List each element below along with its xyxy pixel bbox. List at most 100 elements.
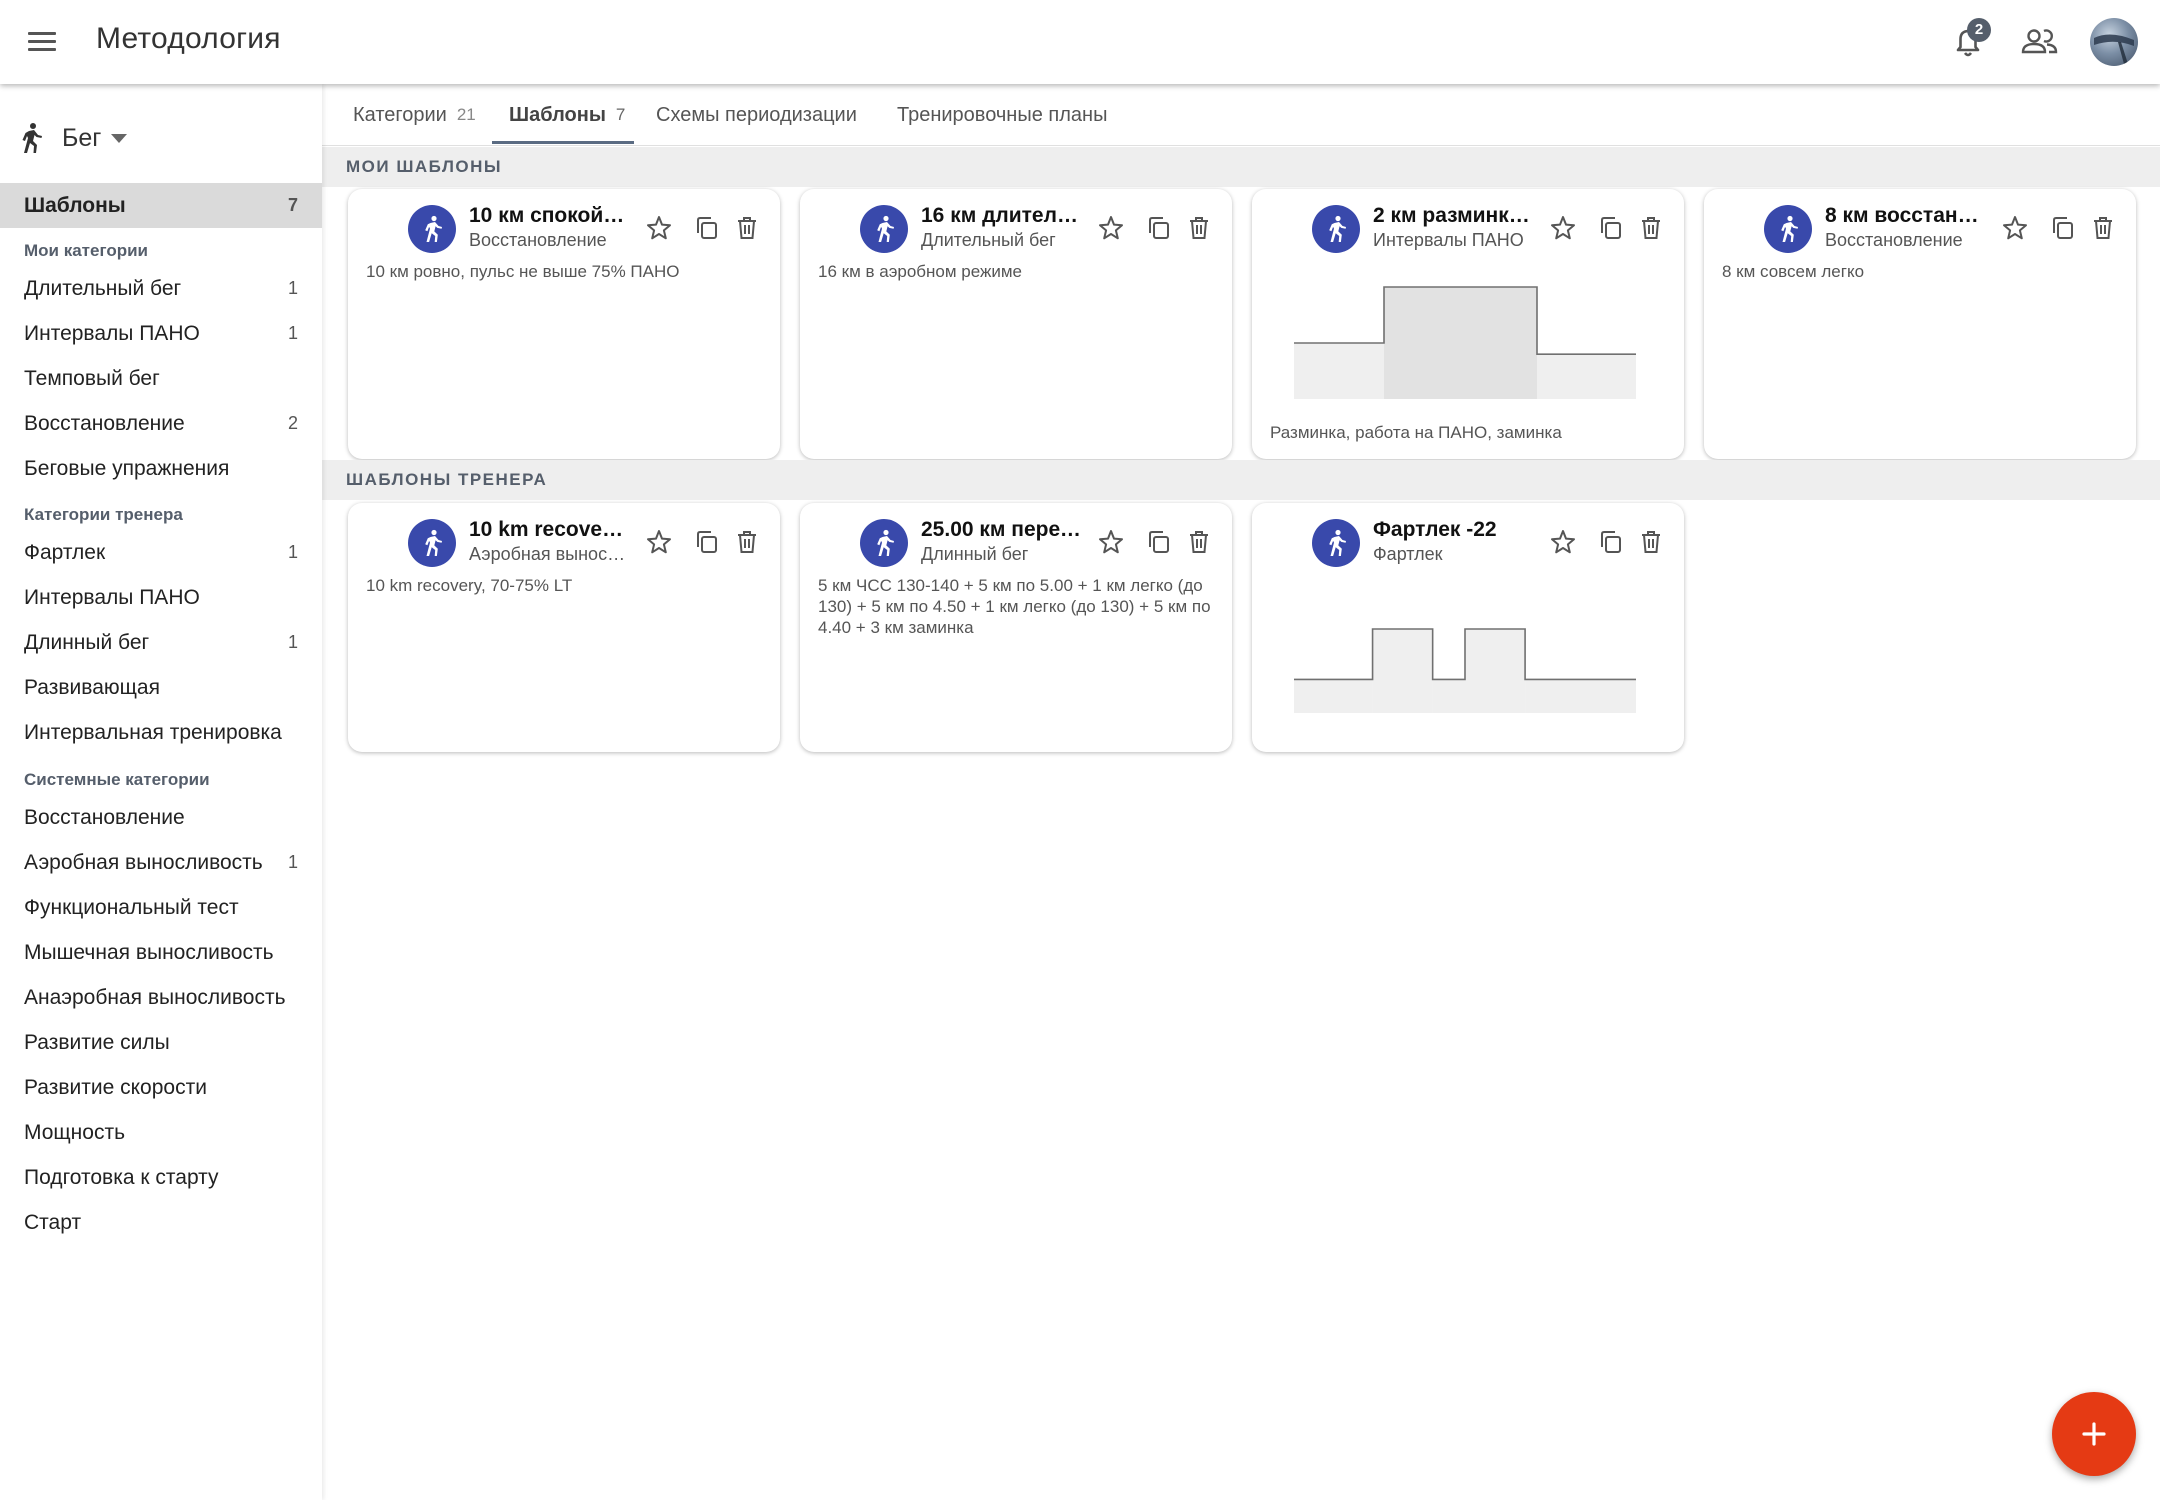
sidebar: Бег Шаблоны 7 Мои категории Длительный б… [0, 84, 322, 1500]
sidebar-item-label: Восстановление [24, 805, 185, 829]
template-description: 10 км ровно, пульс не выше 75% ПАНО [366, 262, 680, 281]
plus-icon [2082, 1422, 2106, 1446]
run-icon [860, 205, 908, 253]
sidebar-item-category[interactable]: Восстановление [0, 795, 322, 840]
template-card[interactable]: 10 км спокойный бег Восстановление 10 км… [348, 189, 780, 459]
star-icon[interactable] [1096, 213, 1126, 243]
trash-icon[interactable] [1184, 527, 1214, 557]
template-category: Восстановление [469, 230, 607, 250]
copy-icon[interactable] [1596, 213, 1626, 243]
my-categories-header: Мои категории [24, 241, 148, 260]
sidebar-item-category[interactable]: Подготовка к старту [0, 1155, 322, 1200]
sidebar-item-category[interactable]: Развитие силы [0, 1020, 322, 1065]
sidebar-item-category[interactable]: Интервальная тренировка [0, 710, 322, 755]
star-icon[interactable] [644, 527, 674, 557]
sidebar-item-label: Шаблоны [24, 193, 126, 217]
workout-segment-bar [1465, 629, 1526, 713]
sidebar-item-label: Длинный бег [24, 630, 150, 654]
trash-icon[interactable] [1636, 213, 1666, 243]
star-icon[interactable] [1096, 527, 1126, 557]
template-title: 8 км восстановительный бег [1825, 204, 1985, 227]
section-header-my-templates: МОИ ШАБЛОНЫ [322, 147, 2160, 187]
trash-icon[interactable] [2088, 213, 2118, 243]
sidebar-item-category[interactable]: Аэробная выносливость 1 [0, 840, 322, 885]
section-header-coach-templates: ШАБЛОНЫ ТРЕНЕРА [322, 460, 2160, 500]
sidebar-item-category[interactable]: Мышечная выносливость [0, 930, 322, 975]
template-title: 2 км разминка + интервалы [1373, 204, 1533, 227]
sport-selector[interactable]: Бег [18, 118, 128, 158]
run-icon [22, 123, 42, 153]
sidebar-item-label: Мощность [24, 1120, 126, 1144]
sidebar-item-label: Мышечная выносливость [24, 940, 274, 964]
template-card[interactable]: 8 км восстановительный бег Восстановлени… [1704, 189, 2136, 459]
people-icon[interactable] [2018, 20, 2062, 64]
sidebar-item-count: 1 [287, 632, 298, 652]
star-icon[interactable] [644, 213, 674, 243]
sidebar-item-category[interactable]: Восстановление 2 [0, 401, 322, 446]
sidebar-item-category[interactable]: Темповый бег [0, 356, 322, 401]
tab-periodization-schemes[interactable]: Схемы периодизации [656, 84, 857, 146]
template-card[interactable]: 25.00 км переменный бег Длинный бег 5 км… [800, 503, 1232, 752]
workout-intensity-line [1294, 628, 1636, 681]
tab-label: Категории [353, 103, 447, 126]
tab-categories[interactable]: Категории 21 [353, 84, 476, 146]
sidebar-item-label: Подготовка к старту [24, 1165, 219, 1189]
template-title: Фартлек -22 [1373, 518, 1497, 541]
sidebar-item-count: 1 [287, 852, 298, 872]
sidebar-item-category[interactable]: Развитие скорости [0, 1065, 322, 1110]
sidebar-item-category[interactable]: Развивающая [0, 665, 322, 710]
tab-label: Тренировочные планы [897, 103, 1108, 126]
trash-icon[interactable] [1636, 527, 1666, 557]
tab-count: 21 [456, 105, 476, 124]
template-card[interactable]: Фартлек -22 Фартлек [1252, 503, 1684, 752]
template-card[interactable]: 16 км длительный бег Длительный бег 16 к… [800, 189, 1232, 459]
star-icon[interactable] [1548, 213, 1578, 243]
sidebar-item-category[interactable]: Длительный бег 1 [0, 266, 322, 311]
sidebar-item-templates[interactable]: Шаблоны 7 [0, 183, 322, 228]
sidebar-item-category[interactable]: Длинный бег 1 [0, 620, 322, 665]
trash-icon[interactable] [1184, 213, 1214, 243]
trash-icon[interactable] [732, 213, 762, 243]
template-category: Фартлек [1373, 544, 1443, 564]
copy-icon[interactable] [2048, 213, 2078, 243]
workout-segment-bar [1537, 354, 1636, 399]
sidebar-item-category[interactable]: Мощность [0, 1110, 322, 1155]
sidebar-item-label: Фартлек [24, 540, 106, 564]
template-card[interactable]: 2 км разминка + интервалы Интервалы ПАНО… [1252, 189, 1684, 459]
trash-icon[interactable] [732, 527, 762, 557]
sidebar-item-category[interactable]: Интервалы ПАНО 1 [0, 311, 322, 356]
copy-icon[interactable] [1144, 527, 1174, 557]
copy-icon[interactable] [1596, 527, 1626, 557]
copy-icon[interactable] [1144, 213, 1174, 243]
copy-icon[interactable] [692, 527, 722, 557]
sidebar-item-label: Развивающая [24, 675, 160, 699]
user-avatar[interactable] [2090, 18, 2138, 66]
star-icon[interactable] [1548, 527, 1578, 557]
top-app-bar: Методология 2 [0, 0, 2160, 84]
copy-icon[interactable] [692, 213, 722, 243]
workout-intensity-chart [1294, 628, 1636, 713]
template-card[interactable]: 10 km recovery run Аэробная выносливость… [348, 503, 780, 752]
sidebar-item-category[interactable]: Беговые упражнения [0, 446, 322, 491]
sidebar-item-category[interactable]: Функциональный тест [0, 885, 322, 930]
sidebar-item-category[interactable]: Старт [0, 1200, 322, 1245]
run-icon [1312, 519, 1360, 567]
tab-label: Схемы периодизации [656, 103, 857, 126]
template-title: 25.00 км переменный бег [921, 518, 1081, 541]
template-description: Разминка, работа на ПАНО, заминка [1270, 423, 1562, 442]
template-title: 10 km recovery run [469, 518, 629, 541]
system-categories-header: Системные категории [24, 770, 210, 789]
notification-count-badge: 2 [1967, 18, 1991, 42]
coach-categories-header: Категории тренера [24, 505, 183, 524]
template-category: Длинный бег [921, 544, 1029, 564]
sidebar-item-label: Анаэробная выносливость [24, 985, 286, 1009]
tab-templates[interactable]: Шаблоны 7 [509, 84, 625, 146]
sidebar-item-category[interactable]: Интервалы ПАНО [0, 575, 322, 620]
sport-label: Бег [62, 123, 102, 152]
sidebar-item-category[interactable]: Анаэробная выносливость [0, 975, 322, 1020]
tab-training-plans[interactable]: Тренировочные планы [897, 84, 1107, 146]
sidebar-item-category[interactable]: Фартлек 1 [0, 530, 322, 575]
menu-icon[interactable] [24, 24, 60, 60]
add-template-button[interactable] [2052, 1392, 2136, 1476]
star-icon[interactable] [2000, 213, 2030, 243]
